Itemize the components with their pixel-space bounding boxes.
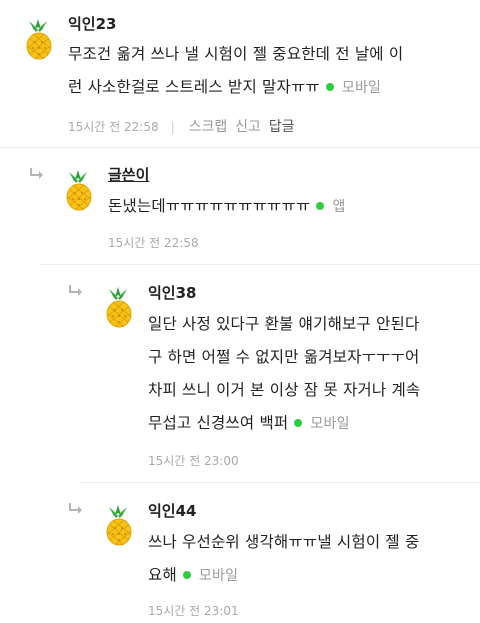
comment-line: 무섭고 신경쓰여 백퍼 모바일 [148,414,350,432]
comment-author[interactable]: 익인38 [148,282,196,303]
device-label: 모바일 [198,568,239,584]
device-indicator-dot [325,83,334,91]
comment-author[interactable]: 익인23 [68,13,116,34]
pineapple-avatar-icon[interactable] [18,17,58,61]
comment-line: 돈냈는데ㅠㅠㅠㅠㅠㅠㅠㅠㅠㅠ 앱 [108,197,346,215]
comment-line: 구 하면 어쩔 수 없지만 옮겨보자ㅜㅜㅜ어 [148,348,420,366]
device-label: 모바일 [310,416,350,432]
reply-arrow-icon [68,502,84,516]
device-label: 모바일 [341,80,382,96]
pineapple-avatar-icon[interactable] [98,285,138,329]
comment-meta: 15시간 전 22:58 | 스크랩 신고 답글 [68,116,294,136]
device-indicator-dot [294,419,303,427]
meta-separator: | [170,120,175,134]
comment-line: 쓰나 우선순위 생각해ㅠㅠ낼 시험이 젤 중 [148,533,420,551]
comment-timestamp: 15시간 전 22:58 [108,236,199,250]
comment-body: 돈냈는데ㅠㅠㅠㅠㅠㅠㅠㅠㅠㅠ 앱 [108,190,473,224]
comment-author[interactable]: 익인44 [148,500,196,521]
comment-timestamp: 15시간 전 22:58 [68,120,159,134]
comment-divider [0,147,480,148]
reply-arrow-icon [29,167,45,181]
comment-body: 무조건 옮겨 쓰나 낼 시험이 젤 중요한데 전 날에 이 런 사소한걸로 스트… [68,38,473,105]
comment-timestamp: 15시간 전 23:00 [148,454,239,468]
comment-line: 차피 쓰니 이거 본 이상 잠 못 자거나 계속 [148,381,421,399]
comment-line: 런 사소한걸로 스트레스 받지 말자ㅠㅠ 모바일 [68,78,382,96]
comment-divider [80,482,480,483]
scrap-button[interactable]: 스크랩 [189,119,228,135]
comment-body: 쓰나 우선순위 생각해ㅠㅠ낼 시험이 젤 중 요해 모바일 [148,526,478,593]
device-indicator-dot [316,202,325,210]
comment-timestamp: 15시간 전 23:01 [148,604,239,618]
comment-line: 일단 사정 있다구 환불 얘기해보구 안된다 [148,315,420,333]
pineapple-avatar-icon[interactable] [58,168,98,212]
reply-arrow-icon [68,284,84,298]
device-label: 앱 [332,199,346,215]
reply-button[interactable]: 답글 [269,119,295,135]
comment-body: 일단 사정 있다구 환불 얘기해보구 안된다 구 하면 어쩔 수 없지만 옮겨보… [148,308,478,441]
report-button[interactable]: 신고 [235,119,261,135]
pineapple-avatar-icon[interactable] [98,503,138,547]
device-indicator-dot [182,571,191,579]
comment-line: 요해 모바일 [148,566,239,584]
comment-author[interactable]: 글쓴이 [108,164,149,185]
comment-divider [40,264,480,265]
comment-line: 무조건 옮겨 쓰나 낼 시험이 젤 중요한데 전 날에 이 [68,45,404,63]
